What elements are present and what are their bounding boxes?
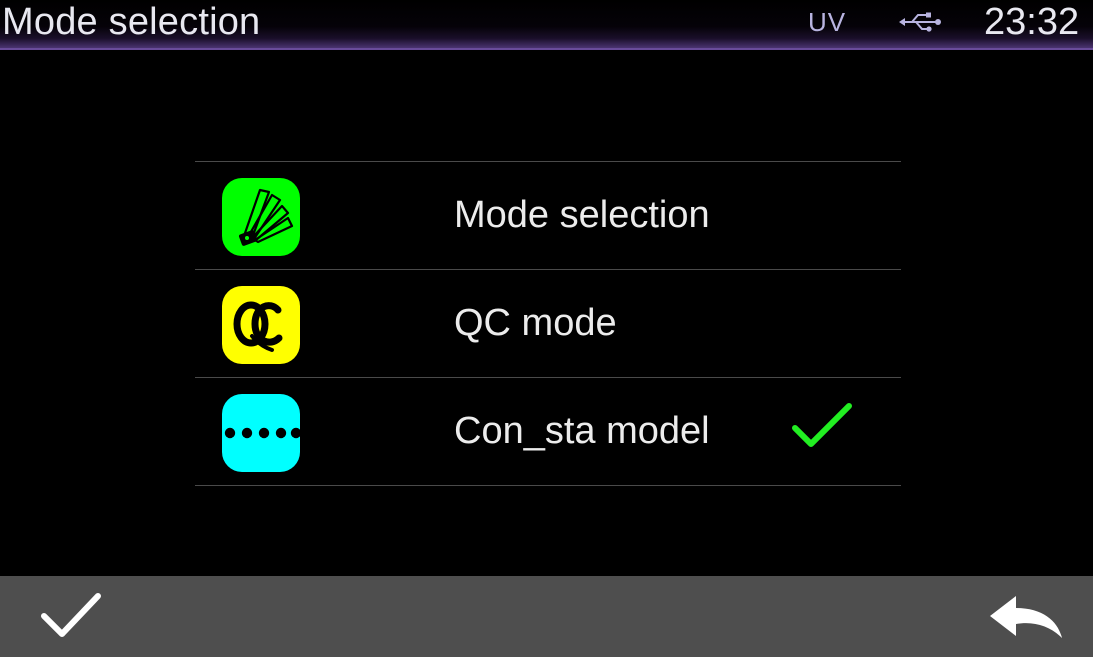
qc-icon	[222, 286, 300, 364]
mode-item-mode-selection[interactable]: Mode selection	[195, 162, 901, 270]
mode-label: Con_sta model	[454, 410, 710, 452]
fan-deck-icon	[222, 178, 300, 256]
mode-selection-screen: Mode selection UV 23:32 Mode selection Q…	[0, 0, 1093, 657]
usb-icon	[898, 10, 942, 34]
selected-check-icon	[791, 402, 853, 450]
clock: 23:32	[984, 1, 1080, 43]
back-arrow-icon	[990, 596, 1062, 638]
back-button[interactable]	[986, 594, 1064, 642]
bottom-bar	[0, 576, 1093, 657]
confirm-button[interactable]	[38, 590, 104, 642]
checkmark-icon	[41, 593, 101, 637]
status-bar: Mode selection UV 23:32	[0, 0, 1093, 50]
mode-label: QC mode	[454, 302, 617, 344]
mode-item-con-sta-model[interactable]: Con_sta model	[195, 378, 901, 486]
mode-label: Mode selection	[454, 194, 710, 236]
page-title: Mode selection	[2, 1, 261, 43]
mode-item-qc-mode[interactable]: QC mode	[195, 270, 901, 378]
uv-indicator: UV	[808, 7, 847, 37]
dots-icon	[222, 394, 300, 472]
mode-list: Mode selection QC mode Con_sta model	[195, 161, 901, 486]
